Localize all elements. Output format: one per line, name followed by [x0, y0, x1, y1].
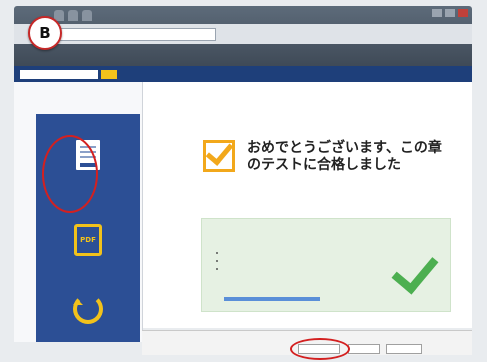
steps-title	[36, 114, 140, 128]
result-list	[216, 249, 376, 273]
close-icon[interactable]	[458, 9, 468, 17]
redo-icon	[73, 294, 103, 324]
address-bar[interactable]	[58, 27, 216, 41]
cancel-button[interactable]	[386, 344, 422, 354]
list-item	[226, 265, 376, 273]
step-badge: B	[28, 16, 62, 50]
sidebar: PDF	[14, 82, 143, 342]
tab-strip	[54, 10, 432, 22]
result-link[interactable]	[224, 297, 320, 301]
site-header	[14, 66, 472, 82]
download-notification	[142, 330, 472, 360]
browser-toolbar	[14, 24, 472, 44]
result-panel	[201, 218, 451, 312]
browser-tab[interactable]	[82, 10, 92, 21]
window-controls	[432, 9, 468, 17]
minimize-icon[interactable]	[432, 9, 442, 17]
save-button[interactable]	[348, 344, 380, 354]
highlight-ring	[290, 338, 350, 360]
congratulations-message: おめでとうございます、この章のテストに合格しました	[247, 140, 442, 173]
maximize-icon[interactable]	[445, 9, 455, 17]
main-content: おめでとうございます、この章のテストに合格しました	[143, 82, 472, 328]
highlight-ring	[42, 135, 98, 213]
browser-window	[14, 6, 472, 66]
pdf-icon: PDF	[74, 224, 102, 256]
sidebar-item-redo[interactable]	[36, 288, 140, 324]
search-input[interactable]	[20, 69, 98, 79]
checkmark-icon	[391, 245, 439, 295]
sidebar-item-pdf[interactable]: PDF	[36, 218, 140, 256]
search-button[interactable]	[101, 69, 117, 79]
list-item	[226, 249, 376, 257]
checkbox-icon	[203, 140, 235, 172]
list-item	[226, 257, 376, 265]
browser-tab[interactable]	[68, 10, 78, 21]
